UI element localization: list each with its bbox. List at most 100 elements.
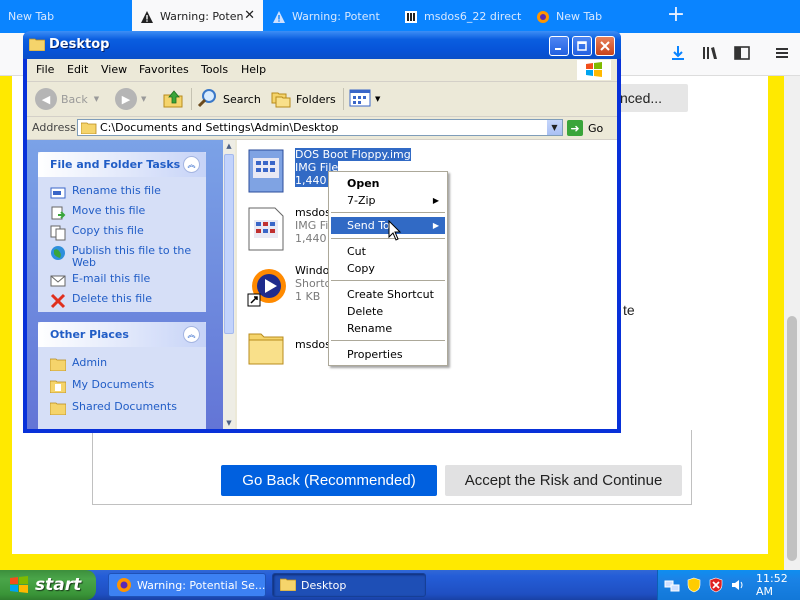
task-delete[interactable]: Delete this file xyxy=(38,291,206,311)
network-icon[interactable] xyxy=(664,577,680,593)
folder-icon xyxy=(247,324,287,370)
tab-warning-2[interactable]: Warning: Potent xyxy=(264,0,394,33)
task-move[interactable]: Move this file xyxy=(38,203,206,223)
taskbar-firefox-button[interactable]: Warning: Potential Se... xyxy=(108,573,266,597)
security-shield-icon[interactable] xyxy=(686,577,702,593)
toolbar-separator xyxy=(191,88,192,110)
go-back-button[interactable]: Go Back (Recommended) xyxy=(221,465,437,496)
address-dropdown-icon[interactable]: ▼ xyxy=(547,120,562,135)
explorer-client: File Edit View Favorites Tools Help ◀ Ba… xyxy=(27,59,617,429)
download-icon[interactable] xyxy=(668,43,688,63)
file-size: 1 KB xyxy=(295,290,321,303)
collapse-icon[interactable]: ︽ xyxy=(183,326,200,343)
close-tab-icon[interactable]: ✕ xyxy=(244,9,255,23)
panel-title: File and Folder Tasks xyxy=(50,158,181,171)
menu-label: Send To xyxy=(347,219,390,232)
task-copy[interactable]: Copy this file xyxy=(38,223,206,243)
taskbar-desktop-button[interactable]: Desktop xyxy=(272,573,426,597)
warning-icon xyxy=(140,10,154,24)
file-folder-tasks-header[interactable]: File and Folder Tasks ︽ xyxy=(38,152,206,177)
context-7zip[interactable]: 7-Zip ▶ xyxy=(331,192,445,209)
volume-icon[interactable] xyxy=(730,577,746,593)
minimize-button[interactable] xyxy=(549,36,569,56)
menu-separator xyxy=(331,340,445,341)
scrollbar-thumb[interactable] xyxy=(224,154,234,334)
window-title: Desktop xyxy=(49,37,110,52)
menu-bar: File Edit View Favorites Tools Help xyxy=(27,59,617,82)
folder-icon xyxy=(279,577,297,593)
menu-help[interactable]: Help xyxy=(241,63,266,76)
tab-warning-active[interactable]: Warning: Poten ✕ xyxy=(132,0,263,33)
file-item[interactable]: msdos6 xyxy=(247,324,338,370)
archive-icon xyxy=(404,10,418,24)
folders-icon xyxy=(270,87,292,112)
context-properties[interactable]: Properties xyxy=(331,346,445,363)
folders-button[interactable]: Folders xyxy=(270,87,336,111)
explorer-titlebar[interactable]: Desktop xyxy=(23,31,621,59)
library-icon[interactable] xyxy=(700,43,720,63)
scrollbar-thumb[interactable] xyxy=(787,316,797,561)
start-button[interactable]: start xyxy=(0,570,96,600)
copy-icon xyxy=(50,225,66,241)
place-shared-documents[interactable]: Shared Documents xyxy=(38,399,206,419)
menu-edit[interactable]: Edit xyxy=(67,63,88,76)
page-scrollbar[interactable] xyxy=(784,76,800,570)
task-rename[interactable]: Rename this file xyxy=(38,183,206,203)
context-rename[interactable]: Rename xyxy=(331,320,445,337)
menu-icon[interactable] xyxy=(772,43,792,63)
folders-label: Folders xyxy=(296,92,336,106)
address-input[interactable]: C:\Documents and Settings\Admin\Desktop … xyxy=(77,119,563,136)
menu-view[interactable]: View xyxy=(101,63,127,76)
system-tray: 11:52 AM xyxy=(657,570,800,600)
accept-risk-button[interactable]: Accept the Risk and Continue xyxy=(445,465,682,496)
maximize-button[interactable] xyxy=(572,36,592,56)
firefox-tab-strip: New Tab Warning: Poten ✕ Warning: Potent… xyxy=(0,0,800,33)
tab-label: New Tab xyxy=(8,10,55,23)
up-folder-icon xyxy=(162,87,184,112)
mouse-cursor-icon xyxy=(388,219,402,242)
menu-tools[interactable]: Tools xyxy=(201,63,228,76)
search-icon xyxy=(197,87,219,112)
context-create-shortcut[interactable]: Create Shortcut xyxy=(331,286,445,303)
documents-folder-icon xyxy=(49,379,67,395)
task-email[interactable]: E-mail this file xyxy=(38,271,206,291)
submenu-arrow-icon: ▶ xyxy=(432,221,439,230)
file-item[interactable]: Window Shortcu 1 KB xyxy=(247,264,338,310)
context-open[interactable]: Open xyxy=(331,175,445,192)
tab-label: Warning: Poten xyxy=(160,10,244,23)
place-my-documents[interactable]: My Documents xyxy=(38,377,206,399)
sidebar-icon[interactable] xyxy=(732,43,752,63)
task-pane-scrollbar[interactable]: ▲ ▼ xyxy=(223,140,235,429)
context-delete[interactable]: Delete xyxy=(331,303,445,320)
collapse-icon[interactable]: ︽ xyxy=(183,156,200,173)
up-folder-button[interactable] xyxy=(162,87,184,111)
task-publish[interactable]: Publish this file to the Web xyxy=(38,243,206,271)
windows-logo-icon xyxy=(9,575,29,595)
task-label: Publish this file to the Web xyxy=(72,244,192,269)
scroll-down-icon[interactable]: ▼ xyxy=(223,417,235,429)
scroll-up-icon[interactable]: ▲ xyxy=(223,140,235,152)
new-tab-button[interactable]: + xyxy=(665,4,687,26)
context-cut[interactable]: Cut xyxy=(331,243,445,260)
forward-button[interactable]: ▶ ▼ xyxy=(115,87,146,111)
tab-msdos-directory[interactable]: msdos6_22 direct xyxy=(396,0,526,33)
file-item[interactable]: msdos6 IMG File 1,440 K xyxy=(247,206,338,252)
context-copy[interactable]: Copy xyxy=(331,260,445,277)
back-button[interactable]: ◀ Back ▼ xyxy=(35,87,99,111)
clock: 11:52 AM xyxy=(756,572,788,598)
menu-file[interactable]: File xyxy=(36,63,54,76)
menu-separator xyxy=(331,212,445,213)
tab-new-tab-1[interactable]: New Tab xyxy=(0,0,132,33)
close-button[interactable] xyxy=(595,36,615,56)
place-admin[interactable]: Admin xyxy=(38,355,206,377)
tab-new-tab-2[interactable]: New Tab xyxy=(528,0,658,33)
views-button[interactable]: ▼ xyxy=(349,87,380,111)
menu-favorites[interactable]: Favorites xyxy=(139,63,189,76)
security-alert-icon[interactable] xyxy=(708,577,724,593)
other-places-header[interactable]: Other Places ︽ xyxy=(38,322,206,347)
go-button[interactable]: ➜ Go xyxy=(567,119,611,137)
menu-separator xyxy=(331,280,445,281)
email-icon xyxy=(50,273,66,289)
search-button[interactable]: Search xyxy=(197,87,261,111)
views-icon xyxy=(349,88,373,111)
